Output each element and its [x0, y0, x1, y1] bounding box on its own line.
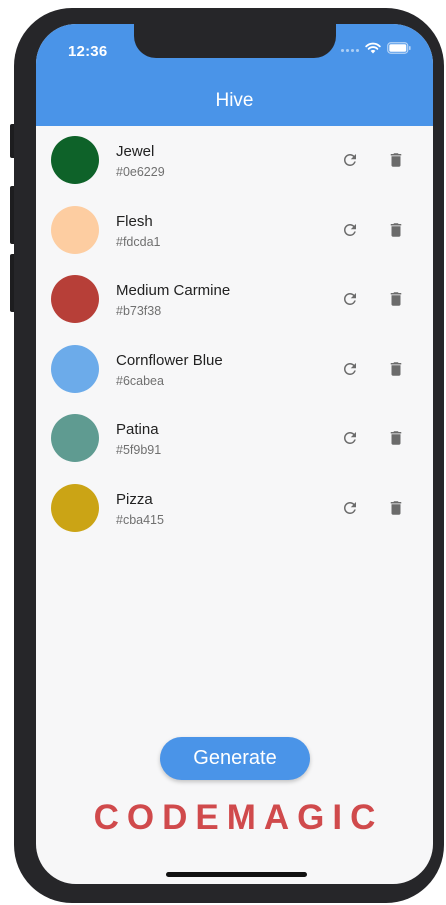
color-swatch: [51, 205, 99, 254]
delete-button[interactable]: [384, 496, 408, 520]
refresh-button[interactable]: [338, 496, 362, 520]
color-hex: #6cabea: [116, 373, 164, 388]
signal-icon: [341, 48, 359, 52]
trash-icon: [390, 431, 402, 445]
color-hex: #fdcda1: [116, 234, 161, 249]
battery-icon: [387, 41, 411, 59]
color-hex: #0e6229: [116, 165, 165, 179]
device-mockup: 12:36 Hive Jewel #0e6229 Flesh #fdcda1 M…: [0, 0, 446, 905]
trash-icon: [390, 222, 402, 237]
color-swatch: [51, 344, 99, 393]
trash-icon: [390, 500, 402, 515]
delete-button[interactable]: [384, 148, 408, 172]
color-name: Pizza: [116, 490, 153, 508]
status-time: 12:36: [68, 43, 108, 60]
refresh-button[interactable]: [338, 357, 362, 381]
color-list-item: Pizza #cba415: [36, 474, 433, 544]
refresh-icon: [344, 362, 356, 375]
delete-button[interactable]: [384, 357, 408, 381]
delete-button[interactable]: [384, 287, 408, 311]
trash-icon: [390, 153, 402, 167]
color-hex: #b73f38: [116, 304, 162, 318]
color-list-item: Medium Carmine #b73f38: [36, 265, 433, 335]
app-screen: 12:36 Hive Jewel #0e6229 Flesh #fdcda1 M…: [36, 24, 433, 884]
home-indicator[interactable]: [166, 872, 307, 877]
color-name: Flesh: [116, 212, 153, 230]
color-name: Jewel: [116, 143, 155, 160]
trash-icon: [390, 292, 402, 306]
app-title: Hive: [215, 90, 254, 111]
color-list-item: Cornflower Blue #6cabea: [36, 335, 433, 405]
delete-button[interactable]: [384, 218, 408, 242]
delete-button[interactable]: [384, 426, 408, 450]
brand-logo: CODEMAGIC: [93, 798, 384, 837]
color-hex: #cba415: [116, 512, 164, 527]
color-hex: #5f9b91: [116, 443, 162, 457]
color-swatch: [51, 136, 99, 184]
refresh-button[interactable]: [338, 218, 362, 242]
color-list: Jewel #0e6229 Flesh #fdcda1 Medium Carmi…: [36, 126, 433, 543]
refresh-icon: [344, 293, 356, 305]
color-swatch: [51, 275, 99, 323]
color-list-item: Jewel #0e6229: [36, 126, 433, 196]
status-icons: [341, 41, 411, 59]
refresh-button[interactable]: [338, 148, 362, 172]
refresh-button[interactable]: [338, 287, 362, 311]
refresh-icon: [344, 501, 356, 514]
color-swatch: [51, 414, 99, 462]
color-list-item: Patina #5f9b91: [36, 404, 433, 474]
refresh-icon: [344, 154, 356, 166]
trash-icon: [390, 361, 402, 376]
refresh-button[interactable]: [338, 426, 362, 450]
wifi-icon: [365, 41, 381, 59]
color-name: Patina: [116, 421, 159, 438]
generate-button[interactable]: Generate: [160, 737, 310, 780]
color-name: Medium Carmine: [116, 282, 231, 299]
color-swatch: [51, 483, 99, 532]
refresh-icon: [344, 432, 356, 444]
color-list-item: Flesh #fdcda1: [36, 196, 433, 266]
refresh-icon: [344, 223, 356, 236]
notch: [134, 24, 336, 58]
color-name: Cornflower Blue: [116, 351, 223, 369]
